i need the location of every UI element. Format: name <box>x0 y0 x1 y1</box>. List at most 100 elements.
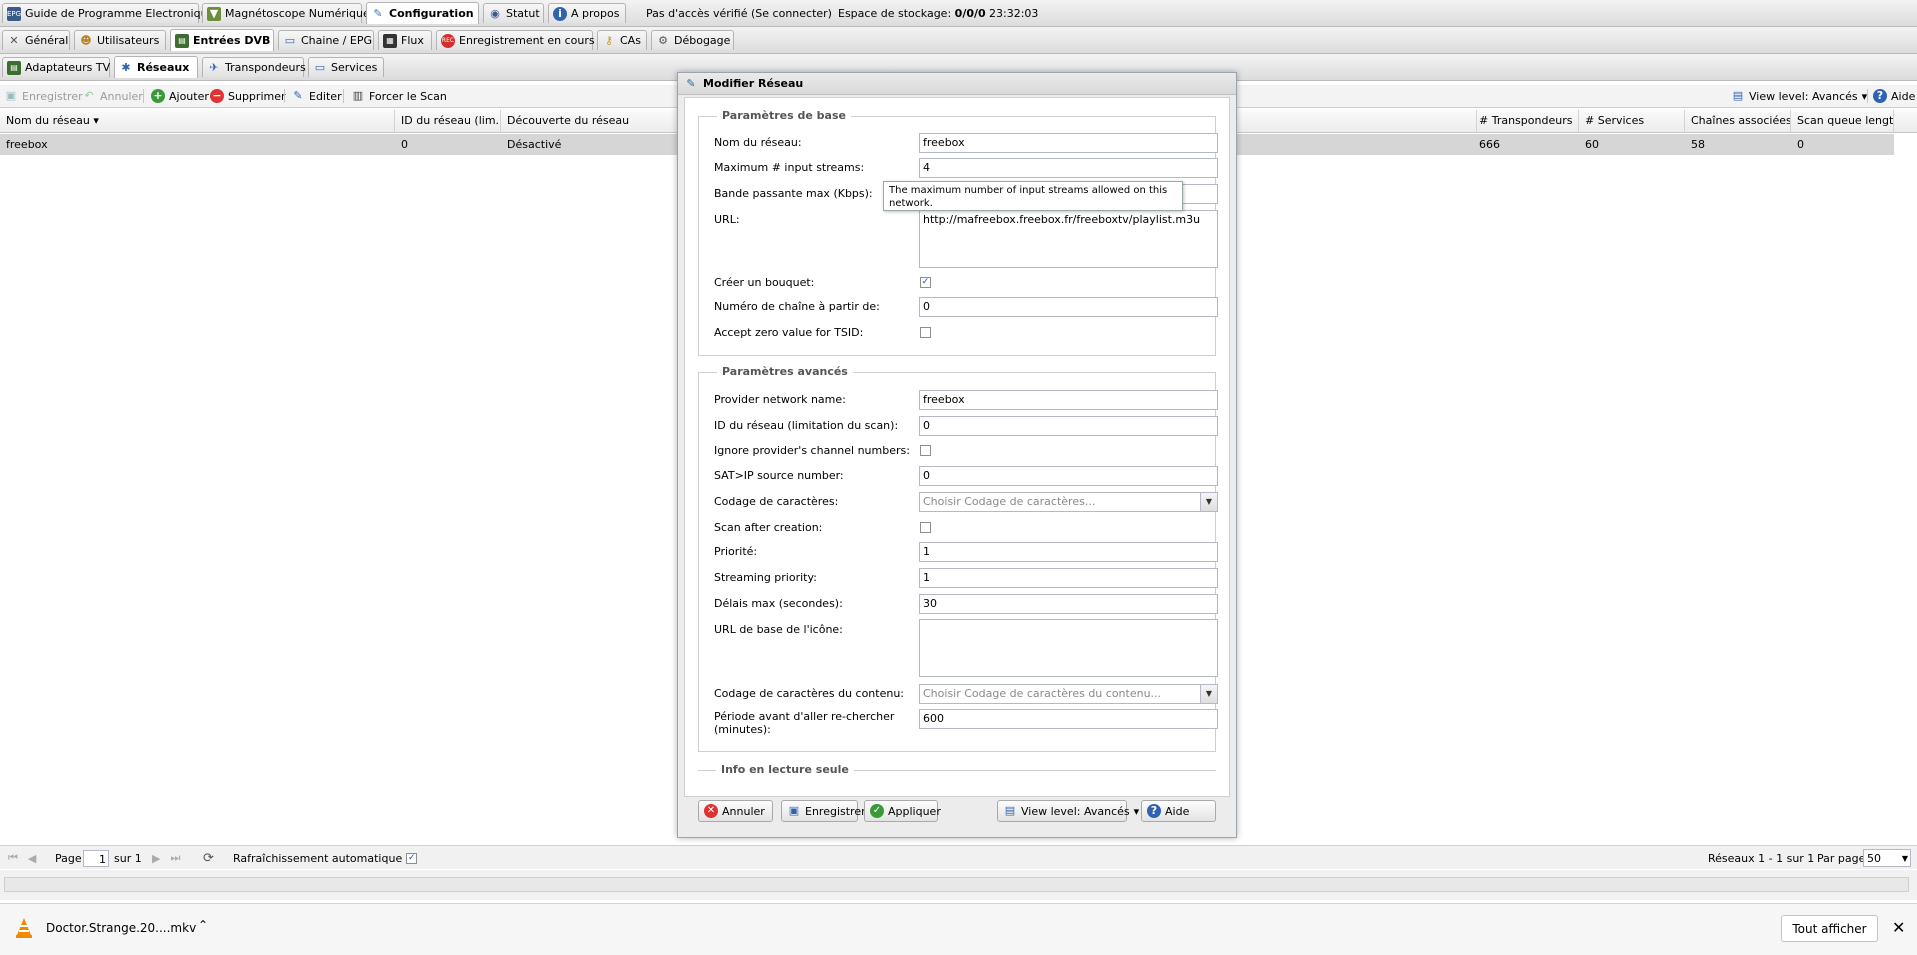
first-page-icon[interactable]: ⏮ <box>8 851 18 865</box>
rescan-period-label: Période avant d'aller re-chercher (minut… <box>714 710 895 736</box>
tab-general[interactable]: ✕ Général <box>2 30 70 50</box>
tab-about[interactable]: i A propos <box>548 3 626 23</box>
help-icon: ? <box>1873 89 1887 103</box>
tab-tv-adapters[interactable]: ▤ Adaptateurs TV <box>2 57 110 77</box>
auto-refresh-toggle[interactable]: Rafraîchissement automatique ✓ <box>233 846 418 870</box>
charset-label: Codage de caractères: <box>714 495 839 508</box>
undo-icon: ↶ <box>84 89 94 102</box>
tab-recording[interactable]: REC Enregistrement en cours <box>436 30 595 50</box>
dialog-view-level-select[interactable]: ▤ View level: Avancés ▾ <box>997 800 1139 822</box>
scan-after-creation-checkbox[interactable] <box>920 522 931 533</box>
save-button[interactable]: ▣ Enregistrer <box>4 85 83 107</box>
channel-number-from-input[interactable]: 0 <box>919 297 1218 317</box>
column-header-id[interactable]: ID du réseau (lim... <box>395 110 501 132</box>
network-id-input[interactable]: 0 <box>919 416 1218 436</box>
tab-transponders[interactable]: ✈ Transpondeurs <box>202 57 306 77</box>
gear-icon: ⚙ <box>658 33 668 47</box>
view-level-select[interactable]: ▤ View level: Avancés ▾ <box>1731 85 1867 107</box>
column-header-transponders[interactable]: # Transpondeurs <box>1473 110 1579 132</box>
per-page-select[interactable]: 50 ▼ <box>1863 846 1911 870</box>
edit-button[interactable]: ✎ Editer <box>291 85 341 107</box>
tab-networks[interactable]: ✱ Réseaux <box>114 56 198 78</box>
toolbar-separator <box>1867 89 1868 103</box>
scan-icon: ▥ <box>352 89 364 102</box>
chevron-up-icon[interactable]: ⌃ <box>198 918 208 932</box>
add-icon: + <box>151 89 165 103</box>
force-scan-button[interactable]: ▥ Forcer le Scan <box>351 85 447 107</box>
login-link[interactable]: (Se connecter) <box>751 0 832 26</box>
page-input[interactable]: 1 <box>83 849 109 867</box>
key-icon: ⚷ <box>604 33 614 47</box>
dialog-cancel-button[interactable]: ✕ Annuler <box>698 800 773 822</box>
tab-epg[interactable]: EPG Guide de Programme Electronique <box>2 3 214 23</box>
sort-desc-icon: ▾ <box>93 114 99 127</box>
network-name-input[interactable]: freebox <box>919 133 1218 153</box>
tab-debug[interactable]: ⚙ Débogage <box>651 30 734 50</box>
chevron-down-icon[interactable]: ▼ <box>1200 685 1217 703</box>
per-page-label: Par page <box>1817 851 1866 865</box>
help-button[interactable]: ? Aide <box>1873 85 1915 107</box>
charset-select[interactable]: Choisir Codage de caractères... ▼ <box>919 492 1218 512</box>
max-timeout-input[interactable]: 30 <box>919 594 1218 614</box>
cancel-button[interactable]: ↶ Annuler <box>82 85 142 107</box>
refresh-icon[interactable]: ⟳ <box>203 846 214 870</box>
show-all-downloads-button[interactable]: Tout afficher <box>1781 915 1878 942</box>
epg-icon: EPG <box>7 6 21 21</box>
cell-transponders: 666 <box>1479 138 1500 151</box>
column-header-scan-queue[interactable]: Scan queue length <box>1791 110 1894 132</box>
tab-channel-epg[interactable]: ▭ Chaine / EPG <box>278 30 374 50</box>
last-page-icon[interactable]: ⏭ <box>170 851 180 865</box>
max-input-streams-label: Maximum # input streams: <box>714 161 865 174</box>
accept-zero-tsid-checkbox[interactable] <box>920 327 931 338</box>
main-tab-bar: EPG Guide de Programme Electronique ▼ Ma… <box>0 0 1917 27</box>
satip-source-input[interactable]: 0 <box>919 466 1218 486</box>
delete-button[interactable]: − Supprimer <box>210 85 286 107</box>
dialog-apply-button[interactable]: ✓ Appliquer <box>864 800 941 822</box>
recorder-icon: ▼ <box>207 6 221 21</box>
tab-services[interactable]: ▭ Services <box>308 57 384 77</box>
add-button[interactable]: + Ajouter <box>151 85 209 107</box>
field-tooltip: The maximum number of input streams allo… <box>883 181 1183 211</box>
next-page-icon[interactable]: ▶ <box>152 852 160 865</box>
progress-bar <box>4 877 1909 892</box>
tab-dvb-inputs[interactable]: ▤ Entrées DVB <box>170 29 274 51</box>
network-name-label: Nom du réseau: <box>714 136 802 149</box>
column-header-channels[interactable]: Chaînes associées <box>1685 110 1791 132</box>
tab-streams[interactable]: ▦ Flux <box>378 30 432 50</box>
save-icon: ▣ <box>5 89 17 102</box>
download-filename[interactable]: Doctor.Strange.20....mkv <box>46 921 196 935</box>
prev-page-icon[interactable]: ◀ <box>28 852 36 865</box>
dialog-save-button[interactable]: ▣ Enregistrer <box>781 800 866 822</box>
provider-network-name-input[interactable]: freebox <box>919 390 1218 410</box>
check-icon: ✓ <box>921 277 930 287</box>
streaming-priority-input[interactable]: 1 <box>919 568 1218 588</box>
rescan-period-input[interactable]: 600 <box>919 709 1218 729</box>
network-id-label: ID du réseau (limitation du scan): <box>714 419 899 432</box>
tab-configuration[interactable]: ✎ Configuration <box>366 2 479 24</box>
priority-input[interactable]: 1 <box>919 542 1218 562</box>
max-input-streams-input[interactable]: 4 <box>919 158 1218 178</box>
icon-base-url-textarea[interactable] <box>919 619 1218 677</box>
chevron-down-icon: ▾ <box>1133 804 1140 818</box>
create-bouquet-checkbox[interactable]: ✓ <box>920 277 931 288</box>
ignore-provider-numbers-checkbox[interactable] <box>920 445 931 456</box>
pager-bar: ⏮ ◀ Page 1 sur 1 ▶ ⏭ ⟳ Rafraîchissement … <box>0 845 1917 869</box>
tab-status[interactable]: ◉ Statut <box>483 3 544 23</box>
tab-recorder[interactable]: ▼ Magnétoscope Numérique <box>202 3 370 23</box>
tab-cas[interactable]: ⚷ CAs <box>597 30 647 50</box>
content-charset-select[interactable]: Choisir Codage de caractères du contenu.… <box>919 684 1218 704</box>
url-textarea[interactable]: http://mafreebox.freebox.fr/freeboxtv/pl… <box>919 210 1218 268</box>
tab-users[interactable]: ☻ Utilisateurs <box>74 30 166 50</box>
dialog-help-button[interactable]: ? Aide <box>1141 800 1216 822</box>
chevron-down-icon[interactable]: ▼ <box>1200 493 1217 511</box>
icon-base-url-label: URL de base de l'icône: <box>714 623 843 636</box>
column-header-services[interactable]: # Services <box>1579 110 1685 132</box>
edit-icon: ✎ <box>293 89 303 102</box>
column-header-name[interactable]: Nom du réseau ▾ <box>0 110 395 132</box>
auto-refresh-checkbox[interactable]: ✓ <box>406 852 418 864</box>
pager-nav-prev: ⏮ ◀ <box>8 846 36 870</box>
close-icon[interactable]: ✕ <box>1892 918 1905 937</box>
cell-id: 0 <box>401 138 408 151</box>
readonly-legend: Info en lecture seule <box>716 763 854 776</box>
dialog-title-bar[interactable]: ✎ Modifier Réseau <box>678 73 1236 95</box>
